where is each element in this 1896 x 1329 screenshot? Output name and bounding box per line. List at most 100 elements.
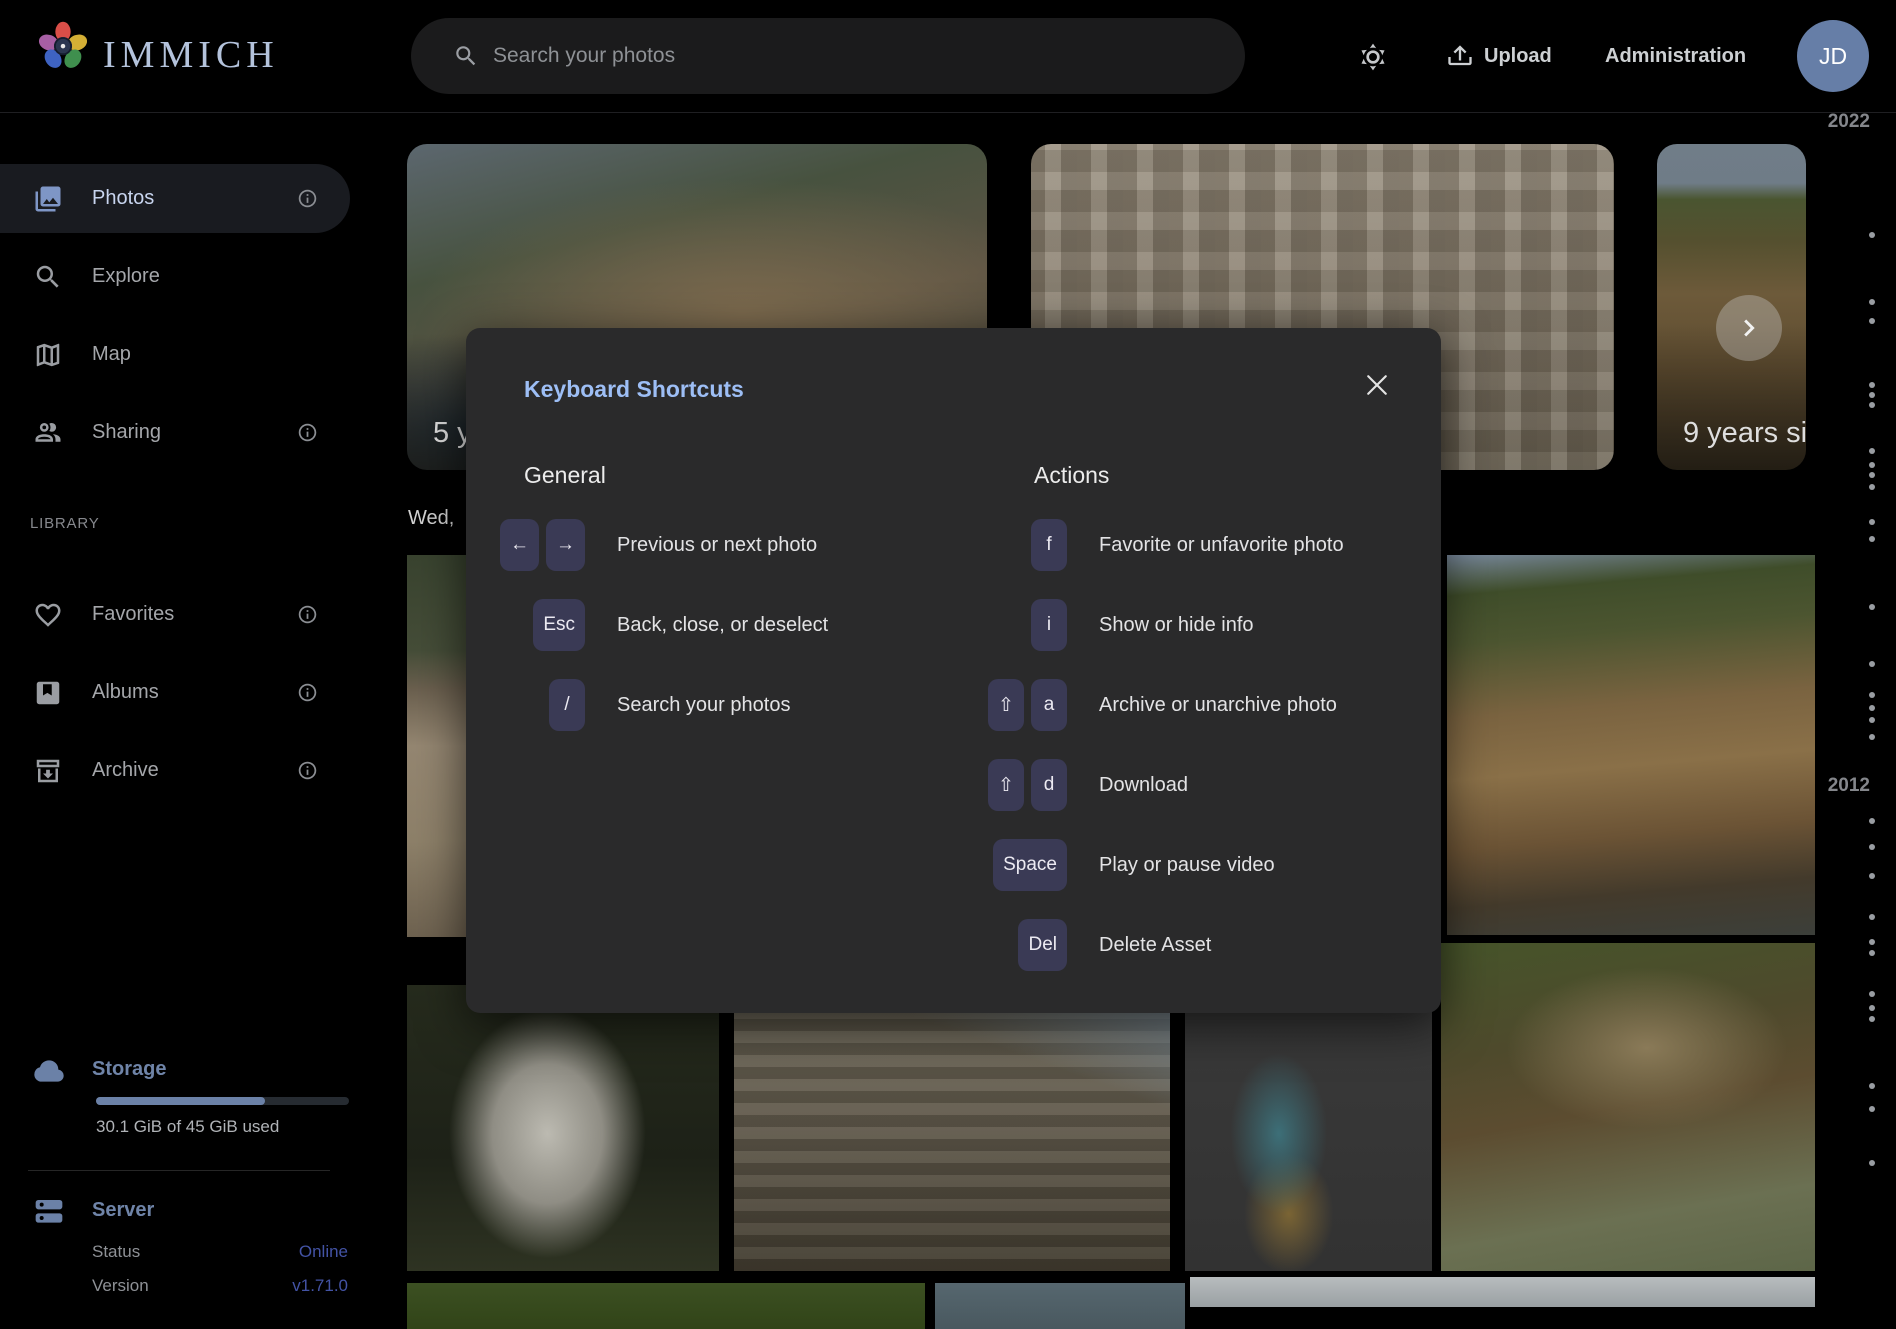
info-icon[interactable] [297,682,318,703]
immich-app: 5 y 9 years sin Wed, 2022 2012 [0,0,1896,1329]
timeline-dot [1869,873,1875,879]
shortcuts-section-title: Actions [1034,462,1344,492]
photo-thumbnail[interactable] [734,985,1170,1271]
shortcut-row: ⇧d Download [972,745,1344,825]
sidebar-item-albums[interactable]: Albums [0,658,350,727]
sidebar-item-favorites[interactable]: Favorites [0,580,350,649]
administration-label: Administration [1605,45,1746,68]
shortcut-label: Search your photos [617,694,790,717]
modal-title: Keyboard Shortcuts [524,376,744,403]
sidebar-item-explore[interactable]: Explore [0,242,350,311]
shortcut-label: Show or hide info [1099,614,1254,637]
archive-icon [33,756,63,786]
server-title: Server [92,1199,154,1222]
photo-thumbnail[interactable] [407,1283,925,1329]
key-cap: ← [500,519,539,571]
info-icon[interactable] [297,604,318,625]
sidebar-item-map[interactable]: Map [0,320,350,389]
timeline-dot [1869,402,1875,408]
photo-thumbnail[interactable] [407,985,719,1271]
storage-title: Storage [92,1058,166,1081]
shortcut-keys: ⇧d [972,759,1067,811]
timeline-dot [1869,1160,1875,1166]
date-group-header: Wed, [408,507,454,530]
immich-logo-icon[interactable] [36,20,90,74]
timeline-dot [1869,472,1875,478]
search-bar[interactable] [411,18,1245,94]
magnify-icon [33,262,63,292]
timeline-dot [1869,604,1875,610]
timeline-dot [1869,1016,1875,1022]
top-bar: IMMICH Upload Administration JD [0,0,1896,113]
photo-thumbnail[interactable] [1447,555,1815,935]
info-icon[interactable] [297,422,318,443]
timeline-dot [1869,1005,1875,1011]
timeline-dot [1869,914,1875,920]
administration-link[interactable]: Administration [1605,0,1746,113]
storage-progress-bar [96,1097,349,1105]
upload-button[interactable]: Upload [1446,0,1552,113]
sidebar-item-label: Favorites [92,603,174,626]
info-icon[interactable] [297,188,318,209]
key-cap: → [546,519,585,571]
key-cap: i [1031,599,1067,651]
photo-thumbnail[interactable] [1441,943,1815,1271]
key-cap: ⇧ [988,679,1024,731]
timeline-dot [1869,448,1875,454]
timeline-dot [1869,536,1875,542]
shortcuts-section-title: General [524,462,828,492]
shortcut-label: Download [1099,774,1188,797]
shortcut-keys: f [972,519,1067,571]
key-cap: a [1031,679,1067,731]
photo-thumbnail[interactable] [935,1283,1185,1329]
key-cap: f [1031,519,1067,571]
key-cap: ⇧ [988,759,1024,811]
timeline-dot [1869,1106,1875,1112]
user-avatar[interactable]: JD [1797,20,1869,92]
heart-icon [33,600,63,630]
memory-label: 9 years sin [1683,417,1806,450]
shortcut-row: / Search your photos [490,665,828,745]
sidebar-item-photos[interactable]: Photos [0,164,350,233]
upload-label: Upload [1484,45,1552,68]
timeline-dot [1869,462,1875,468]
theme-toggle-button[interactable] [1357,0,1389,113]
version-value: v1.71.0 [292,1276,348,1296]
server-icon [33,1196,65,1228]
shortcut-keys: / [490,679,585,731]
info-icon[interactable] [297,760,318,781]
sun-icon [1357,41,1389,73]
storage-progress-fill [96,1097,265,1105]
shortcuts-general-column: General ←→ Previous or next photo Esc Back, … [490,462,828,745]
timeline-dot [1869,318,1875,324]
shortcut-keys: ⇧a [972,679,1067,731]
timeline-dot [1869,818,1875,824]
sidebar-item-label: Albums [92,681,159,704]
shortcut-label: Archive or unarchive photo [1099,694,1337,717]
shortcut-label: Favorite or unfavorite photo [1099,534,1344,557]
sidebar-item-label: Explore [92,265,160,288]
timeline-dot [1869,1083,1875,1089]
timeline-dot [1869,692,1875,698]
shortcut-label: Previous or next photo [617,534,817,557]
shortcut-label: Play or pause video [1099,854,1275,877]
shortcut-keys: Esc [490,599,585,651]
shortcut-row: i Show or hide info [972,585,1344,665]
timeline-dot [1869,232,1875,238]
photo-thumbnail[interactable] [1185,985,1432,1271]
server-status-row: Status Online [92,1242,348,1262]
sidebar-item-label: Sharing [92,421,161,444]
sidebar-item-archive[interactable]: Archive [0,736,350,805]
timeline-dot [1869,734,1875,740]
sidebar-item-sharing[interactable]: Sharing [0,398,350,467]
timeline-dot [1869,382,1875,388]
key-cap: Space [993,839,1067,891]
timeline-dot [1869,717,1875,723]
shortcut-label: Delete Asset [1099,934,1211,957]
shortcut-label: Back, close, or deselect [617,614,828,637]
photo-thumbnail[interactable] [1190,1277,1815,1307]
search-input[interactable] [493,44,1133,68]
keyboard-shortcuts-modal: Keyboard Shortcuts General ←→ Previous or … [466,328,1441,1013]
close-button[interactable] [1361,370,1393,402]
memory-next-button[interactable] [1716,295,1782,361]
